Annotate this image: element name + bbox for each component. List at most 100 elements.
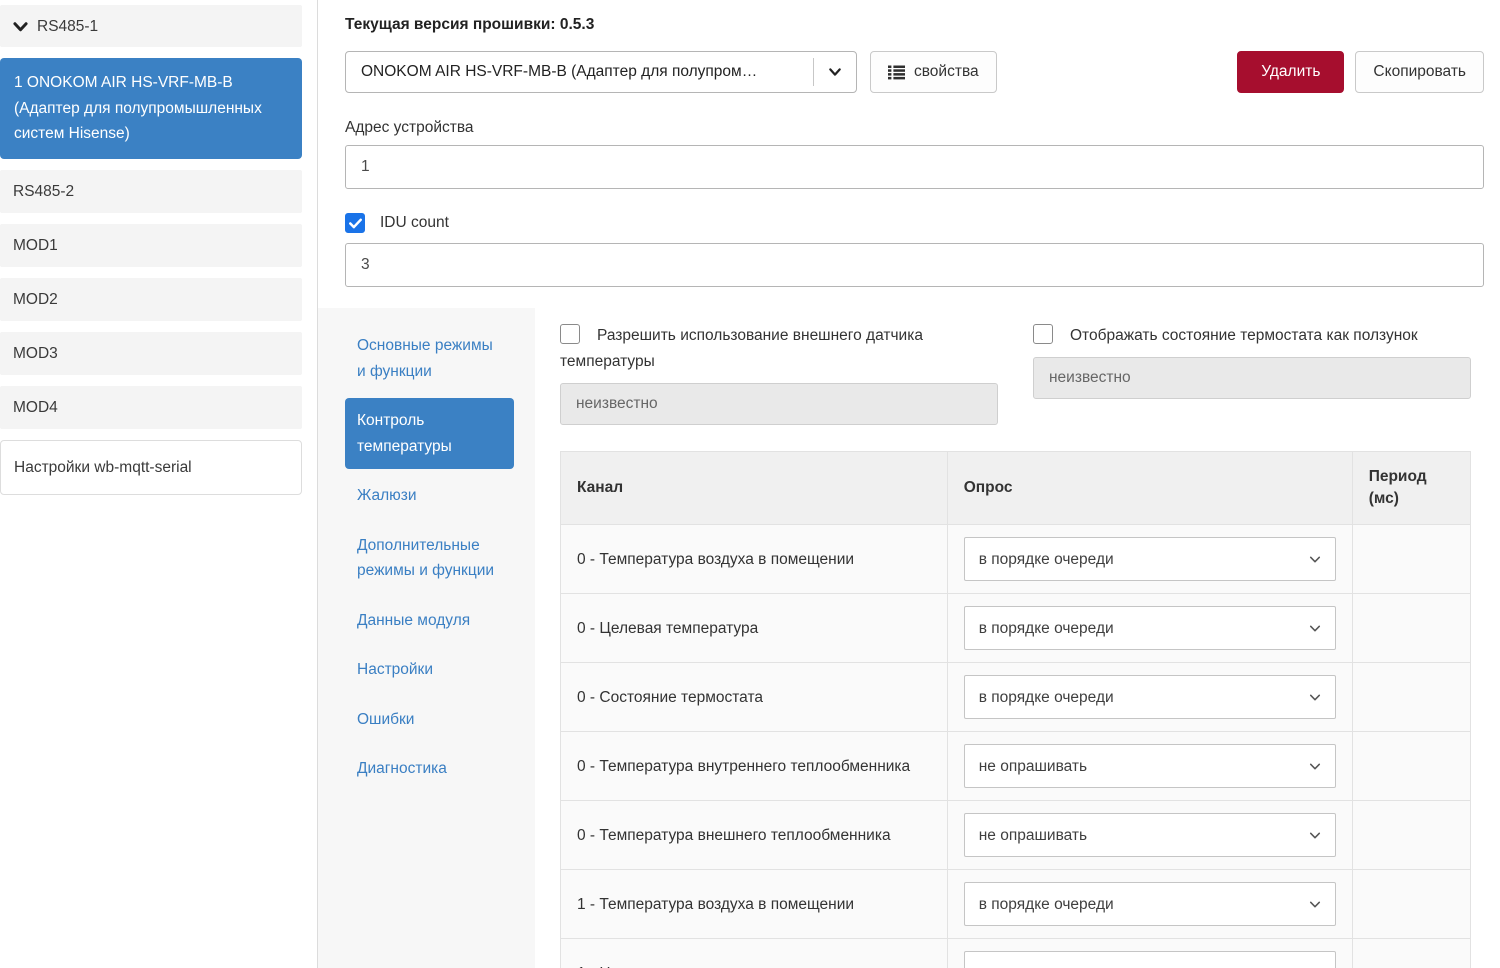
period-cell [1352,870,1470,939]
properties-button-label: свойства [914,63,979,81]
header-poll: Опрос [947,452,1352,525]
poll-select[interactable]: в порядке очереди [964,951,1336,968]
table-row: 0 - Температура внутреннего теплообменни… [561,732,1471,801]
properties-button[interactable]: свойства [870,51,997,93]
period-cell [1352,663,1470,732]
tab-diagnostics[interactable]: Диагностика [345,746,514,792]
external-sensor-value [560,383,998,425]
period-cell [1352,525,1470,594]
period-cell [1352,594,1470,663]
sidebar-item-mod1[interactable]: MOD1 [0,224,302,267]
channel-cell: 1 - Целевая температура [561,939,948,968]
period-cell [1352,801,1470,870]
check-icon [349,218,362,229]
table-header-row: Канал Опрос Период (мс) [561,452,1471,525]
tab-module-data[interactable]: Данные модуля [345,598,514,644]
poll-select-value: не опрашивать [979,823,1087,848]
header-channel: Канал [561,452,948,525]
idu-count-input[interactable] [345,243,1484,287]
sidebar-group-rs485-1[interactable]: RS485-1 [0,5,302,47]
external-sensor-checkbox[interactable] [560,324,580,344]
poll-select-value: не опрашивать [979,754,1087,779]
period-cell [1352,732,1470,801]
chevron-down-icon [13,20,28,33]
table-row: 1 - Температура воздуха в помещении в по… [561,870,1471,939]
tab-additional-modes[interactable]: Дополнительные режимы и функции [345,523,514,594]
poll-cell: в порядке очереди [947,939,1352,968]
tab-content: Разрешить использование внешнего датчика… [535,308,1500,968]
poll-select[interactable]: в порядке очереди [964,675,1336,719]
chevron-down-icon [1309,624,1321,633]
table-row: 0 - Состояние термостата в порядке очере… [561,663,1471,732]
chevron-down-icon [1309,762,1321,771]
thermostat-slider-value [1033,357,1471,399]
chevron-down-icon [1309,831,1321,840]
device-type-select[interactable]: ONOKOM AIR HS-VRF-MB-B (Адаптер для полу… [345,51,857,93]
thermostat-slider-label: Отображать состояние термостата как полз… [1070,327,1418,344]
copy-button[interactable]: Скопировать [1355,51,1484,93]
device-type-value: ONOKOM AIR HS-VRF-MB-B (Адаптер для полу… [346,63,813,81]
tab-settings[interactable]: Настройки [345,647,514,693]
idu-count-checkbox[interactable] [345,213,365,233]
poll-select[interactable]: в порядке очереди [964,606,1336,650]
poll-cell: не опрашивать [947,801,1352,870]
poll-select-value: в порядке очереди [979,616,1114,641]
tab-errors[interactable]: Ошибки [345,697,514,743]
idu-count-label: IDU count [380,214,449,232]
poll-select[interactable]: не опрашивать [964,744,1336,788]
chevron-down-icon [814,66,856,78]
sidebar-group-label: RS485-1 [37,16,98,37]
poll-select[interactable]: в порядке очереди [964,882,1336,926]
poll-cell: в порядке очереди [947,870,1352,939]
tab-main-modes[interactable]: Основные режимы и функции [345,323,514,394]
list-icon [888,65,905,80]
channel-cell: 0 - Температура воздуха в помещении [561,525,948,594]
chevron-down-icon [1309,900,1321,909]
poll-cell: в порядке очереди [947,594,1352,663]
firmware-version: Текущая версия прошивки: 0.5.3 [345,16,1484,34]
idu-count-row: IDU count [345,213,1484,233]
channel-cell: 0 - Температура внутреннего теплообменни… [561,732,948,801]
external-sensor-label-row: Разрешить использование внешнего датчика… [560,323,998,375]
channel-cell: 1 - Температура воздуха в помещении [561,870,948,939]
sidebar-item-mod4[interactable]: MOD4 [0,386,302,429]
table-row: 1 - Целевая температура в порядке очеред… [561,939,1471,968]
channel-cell: 0 - Целевая температура [561,594,948,663]
options-row: Разрешить использование внешнего датчика… [560,323,1471,425]
external-sensor-label: Разрешить использование внешнего датчика… [560,327,923,370]
external-sensor-option: Разрешить использование внешнего датчика… [560,323,998,425]
sidebar-item-mod2[interactable]: MOD2 [0,278,302,321]
address-label: Адрес устройства [345,119,1484,137]
sidebar-item-mod3[interactable]: MOD3 [0,332,302,375]
address-input[interactable] [345,145,1484,189]
sidebar-item-rs485-2[interactable]: RS485-2 [0,170,302,213]
sidebar: RS485-1 1 ONOKOM AIR HS-VRF-MB-B (Адапте… [0,0,317,968]
sidebar-item-device-selected[interactable]: 1 ONOKOM AIR HS-VRF-MB-B (Адаптер для по… [0,58,302,159]
poll-cell: в порядке очереди [947,525,1352,594]
poll-cell: в порядке очереди [947,663,1352,732]
tab-temperature-control[interactable]: Контроль температуры [345,398,514,469]
poll-select-value: в порядке очереди [979,685,1114,710]
channels-table: Канал Опрос Период (мс) 0 - Температура … [560,451,1471,968]
chevron-down-icon [1309,693,1321,702]
thermostat-slider-checkbox[interactable] [1033,324,1053,344]
table-row: 0 - Целевая температура в порядке очеред… [561,594,1471,663]
thermostat-slider-label-row: Отображать состояние термостата как полз… [1033,323,1471,349]
main-panel: Текущая версия прошивки: 0.5.3 ONOKOM AI… [317,0,1500,968]
tab-louvers[interactable]: Жалюзи [345,473,514,519]
thermostat-slider-option: Отображать состояние термостата как полз… [1033,323,1471,425]
poll-cell: не опрашивать [947,732,1352,801]
poll-select-value: в порядке очереди [979,961,1114,968]
tabs-section: Основные режимы и функции Контроль темпе… [318,308,1500,968]
period-cell [1352,939,1470,968]
delete-button[interactable]: Удалить [1237,51,1344,93]
poll-select-value: в порядке очереди [979,892,1114,917]
app: RS485-1 1 ONOKOM AIR HS-VRF-MB-B (Адапте… [0,0,1500,968]
device-header-area: Текущая версия прошивки: 0.5.3 ONOKOM AI… [318,16,1500,287]
sidebar-item-settings[interactable]: Настройки wb-mqtt-serial [0,440,302,495]
device-controls-row: ONOKOM AIR HS-VRF-MB-B (Адаптер для полу… [345,51,1484,93]
poll-select[interactable]: не опрашивать [964,813,1336,857]
poll-select[interactable]: в порядке очереди [964,537,1336,581]
chevron-down-icon [1309,555,1321,564]
table-row: 0 - Температура внешнего теплообменника … [561,801,1471,870]
